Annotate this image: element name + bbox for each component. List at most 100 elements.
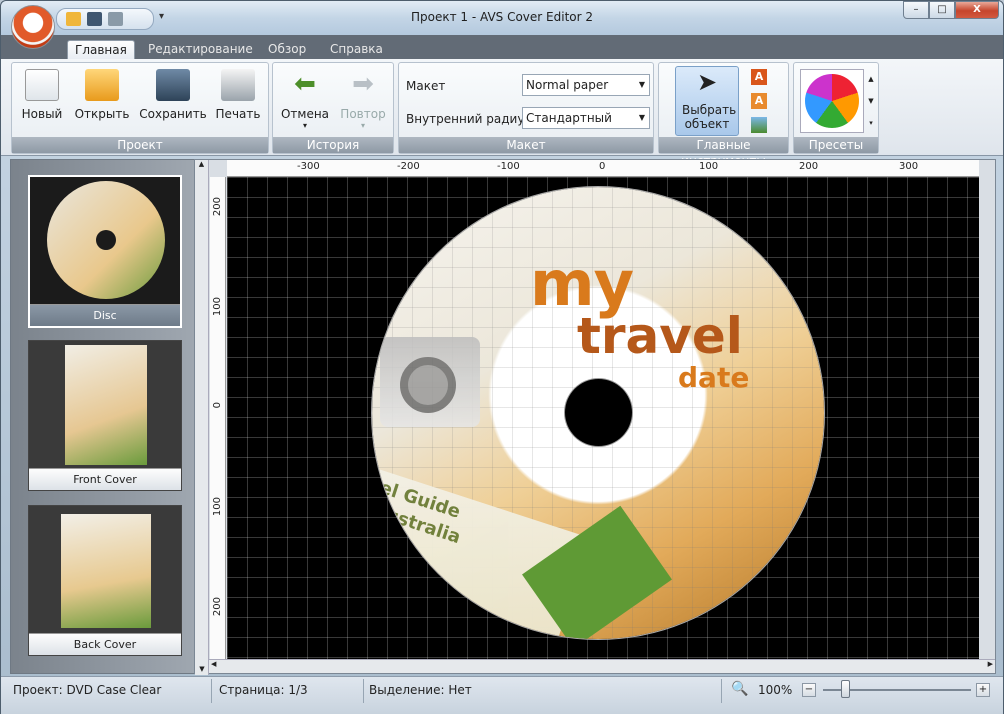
scroll-down-icon[interactable]: ▼ <box>195 665 209 673</box>
ribbon-tabs: Главная Редактирование Обзор Справка <box>1 35 1003 59</box>
thumbnail-disc-image <box>30 177 180 304</box>
ruler-tick: -300 <box>297 161 320 172</box>
back-cover-thumb-icon <box>61 514 151 628</box>
group-project-label: Проект <box>12 137 268 153</box>
front-cover-thumb-icon <box>65 345 147 465</box>
ruler-tick: 200 <box>212 197 223 217</box>
open-button[interactable]: Открыть <box>72 69 132 121</box>
new-button[interactable]: Новый <box>12 69 72 121</box>
ruler-tick: -200 <box>397 161 420 172</box>
text-tool-icon[interactable]: A <box>751 69 767 85</box>
undo-arrow-icon: ⬅ <box>294 69 316 99</box>
tab-help[interactable]: Справка <box>323 40 390 59</box>
title-bar: ▾ Проект 1 - AVS Cover Editor 2 – □ X <box>1 1 1003 35</box>
ruler-tick: 0 <box>599 161 606 172</box>
status-separator <box>211 679 212 703</box>
app-menu-orb[interactable] <box>11 5 55 49</box>
maximize-button[interactable]: □ <box>929 1 955 19</box>
zoom-slider-thumb[interactable] <box>841 680 850 698</box>
thumbnail-front-cover[interactable]: Front Cover <box>28 340 182 491</box>
undo-label: Отмена <box>280 107 330 121</box>
disc-design[interactable]: my travel date el Guide Australia <box>372 187 824 639</box>
redo-label: Повтор <box>340 107 386 121</box>
zoom-value: 100% <box>758 683 793 697</box>
tab-home[interactable]: Главная <box>67 40 135 59</box>
ruler-tick: 100 <box>699 161 719 172</box>
scroll-left-icon[interactable]: ◀ <box>211 660 216 668</box>
thumbnail-disc-label: Disc <box>30 304 180 326</box>
group-tools: ➤ Выбрать объект A A Главные инструменты <box>658 62 789 168</box>
print-icon <box>221 69 255 101</box>
print-button[interactable]: Печать <box>208 69 268 121</box>
layout-value: Normal paper <box>526 78 609 92</box>
redo-button[interactable]: ➡ Повтор ▾ <box>333 69 393 130</box>
group-tools-label: Главные инструменты <box>659 137 788 168</box>
thumbnail-disc[interactable]: Disc <box>28 175 182 328</box>
ribbon: Новый Открыть Сохранить Печать Проект ⬅ О… <box>1 59 1003 168</box>
scroll-up-icon[interactable]: ▲ <box>195 160 208 168</box>
disc-center-hole <box>565 379 632 446</box>
new-label: Новый <box>21 107 63 121</box>
status-selection: Выделение: Нет <box>369 683 472 697</box>
thumbnail-front-label: Front Cover <box>29 468 181 490</box>
status-project: Проект: DVD Case Clear <box>13 683 162 697</box>
print-label: Печать <box>215 107 261 121</box>
horizontal-scrollbar[interactable]: ◀ ▶ <box>209 659 995 673</box>
select-object-button[interactable]: ➤ Выбрать объект <box>675 66 739 136</box>
ruler-tick: 300 <box>899 161 919 172</box>
layout-select[interactable]: Normal paper ▼ <box>522 74 650 96</box>
ruler-tick: 200 <box>212 597 223 617</box>
zoom-out-button[interactable]: − <box>802 683 816 697</box>
save-button[interactable]: Сохранить <box>138 69 208 121</box>
preset-disc-preview[interactable] <box>800 69 864 133</box>
camera-graphic-icon <box>380 337 480 427</box>
disc-thumb-icon <box>47 181 165 299</box>
undo-button[interactable]: ⬅ Отмена ▾ <box>275 69 335 130</box>
chevron-down-icon: ▼ <box>638 113 645 122</box>
redo-arrow-icon: ➡ <box>352 69 374 99</box>
thumbnail-back-label: Back Cover <box>29 633 181 655</box>
floppy-icon <box>156 69 190 101</box>
window-title: Проект 1 - AVS Cover Editor 2 <box>410 10 593 24</box>
preset-scroll-down-icon[interactable]: ▼ <box>866 91 876 111</box>
inner-radius-label: Внутренний радиус <box>406 112 532 126</box>
inner-radius-select[interactable]: Стандартный ▼ <box>522 107 650 129</box>
minimize-button[interactable]: – <box>903 1 929 19</box>
ruler-tick: -100 <box>497 161 520 172</box>
ruler-tick: 200 <box>799 161 819 172</box>
chevron-down-icon: ▼ <box>638 80 645 89</box>
preset-more-icon[interactable]: ▾ <box>866 113 876 133</box>
disc-title-date: date <box>678 361 750 394</box>
scroll-right-icon[interactable]: ▶ <box>988 660 993 668</box>
thumbnail-back-cover[interactable]: Back Cover <box>28 505 182 656</box>
ruler-tick: 100 <box>212 297 223 317</box>
preset-disc-icon <box>805 74 859 128</box>
design-canvas[interactable]: my travel date el Guide Australia <box>227 177 979 660</box>
vertical-ruler: 200 100 0 100 200 <box>210 177 226 660</box>
status-bar: Проект: DVD Case Clear Страница: 1/3 Выд… <box>1 676 1003 714</box>
status-separator <box>721 679 722 703</box>
close-button[interactable]: X <box>955 1 999 19</box>
layout-label: Макет <box>406 79 446 93</box>
image-tool-icon[interactable] <box>751 117 767 133</box>
curved-text-tool-icon[interactable]: A <box>751 93 767 109</box>
select-object-label: Выбрать объект <box>682 103 737 131</box>
tab-view[interactable]: Обзор <box>261 40 313 59</box>
zoom-magnifier-icon[interactable]: 🔍 <box>731 681 748 697</box>
thumbnail-front-image <box>29 341 181 468</box>
group-layout: Макет Normal paper ▼ Внутренний радиус Ст… <box>398 62 654 154</box>
tab-edit[interactable]: Редактирование <box>141 40 260 59</box>
app-window: ▾ Проект 1 - AVS Cover Editor 2 – □ X Гл… <box>0 0 1004 714</box>
group-presets: ▲ ▼ ▾ Пресеты <box>793 62 879 154</box>
group-history-label: История <box>273 137 393 153</box>
group-layout-label: Макет <box>399 137 653 153</box>
open-label: Открыть <box>74 107 130 121</box>
open-folder-icon <box>85 69 119 101</box>
canvas-area: ▲ ▼ -300 -200 -100 0 100 200 300 200 100… <box>194 159 996 675</box>
zoom-in-button[interactable]: + <box>976 683 990 697</box>
preset-scroll-up-icon[interactable]: ▲ <box>866 69 876 89</box>
vertical-scrollbar[interactable]: ▲ ▼ <box>195 160 209 675</box>
cursor-arrow-icon: ➤ <box>696 68 718 96</box>
save-label: Сохранить <box>139 107 207 121</box>
new-document-icon <box>25 69 59 101</box>
